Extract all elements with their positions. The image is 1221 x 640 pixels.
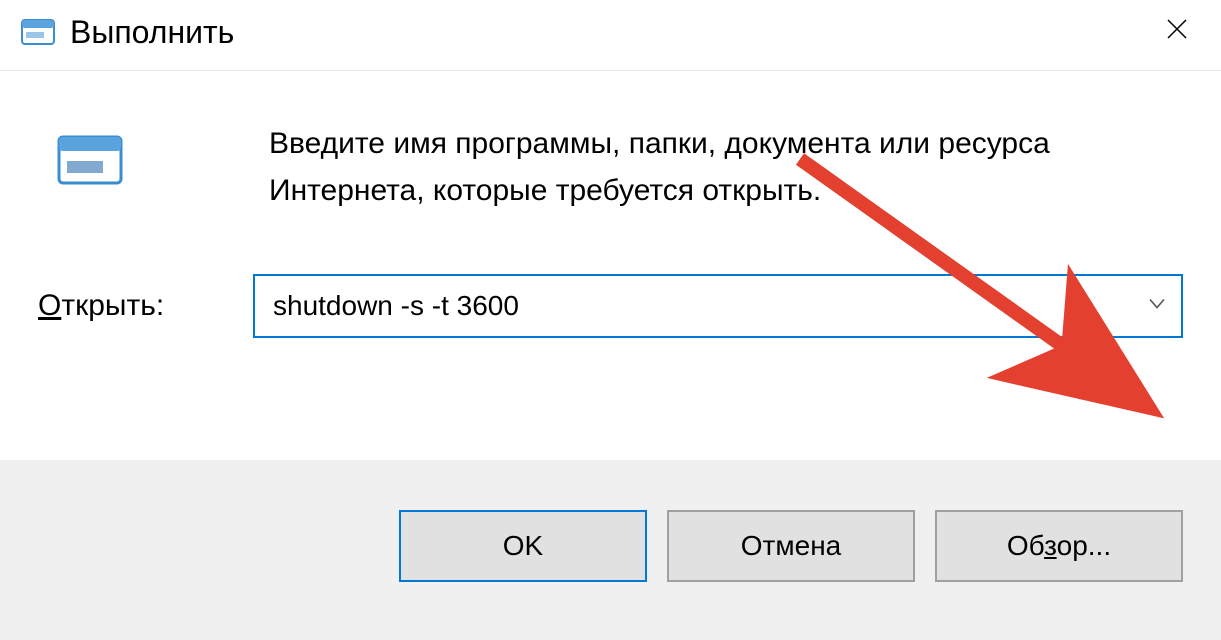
command-combobox[interactable] [253, 274, 1183, 338]
input-row: Открыть: [38, 274, 1183, 338]
open-label-rest: ткрыть: [61, 289, 164, 322]
open-label-mnemonic: О [38, 289, 61, 322]
titlebar: Выполнить [0, 0, 1221, 71]
browse-post: ор... [1057, 530, 1111, 561]
description-text: Введите имя программы, папки, документа … [269, 121, 1089, 214]
ok-button[interactable]: OK [399, 510, 647, 582]
browse-button[interactable]: Обзор... [935, 510, 1183, 582]
cancel-button[interactable]: Отмена [667, 510, 915, 582]
dialog-body: Введите имя программы, папки, документа … [0, 71, 1221, 378]
titlebar-left: Выполнить [18, 12, 234, 52]
button-bar: OK Отмена Обзор... [0, 460, 1221, 640]
run-dialog-icon [18, 12, 58, 52]
open-label: Открыть: [38, 289, 223, 323]
description-row: Введите имя программы, папки, документа … [38, 121, 1183, 214]
close-icon [1165, 16, 1189, 48]
run-large-icon [53, 131, 129, 191]
command-input[interactable] [253, 274, 1183, 338]
browse-mnemonic: з [1044, 530, 1057, 561]
dialog-title: Выполнить [70, 14, 234, 51]
browse-pre: Об [1007, 530, 1044, 561]
close-button[interactable] [1157, 12, 1197, 52]
